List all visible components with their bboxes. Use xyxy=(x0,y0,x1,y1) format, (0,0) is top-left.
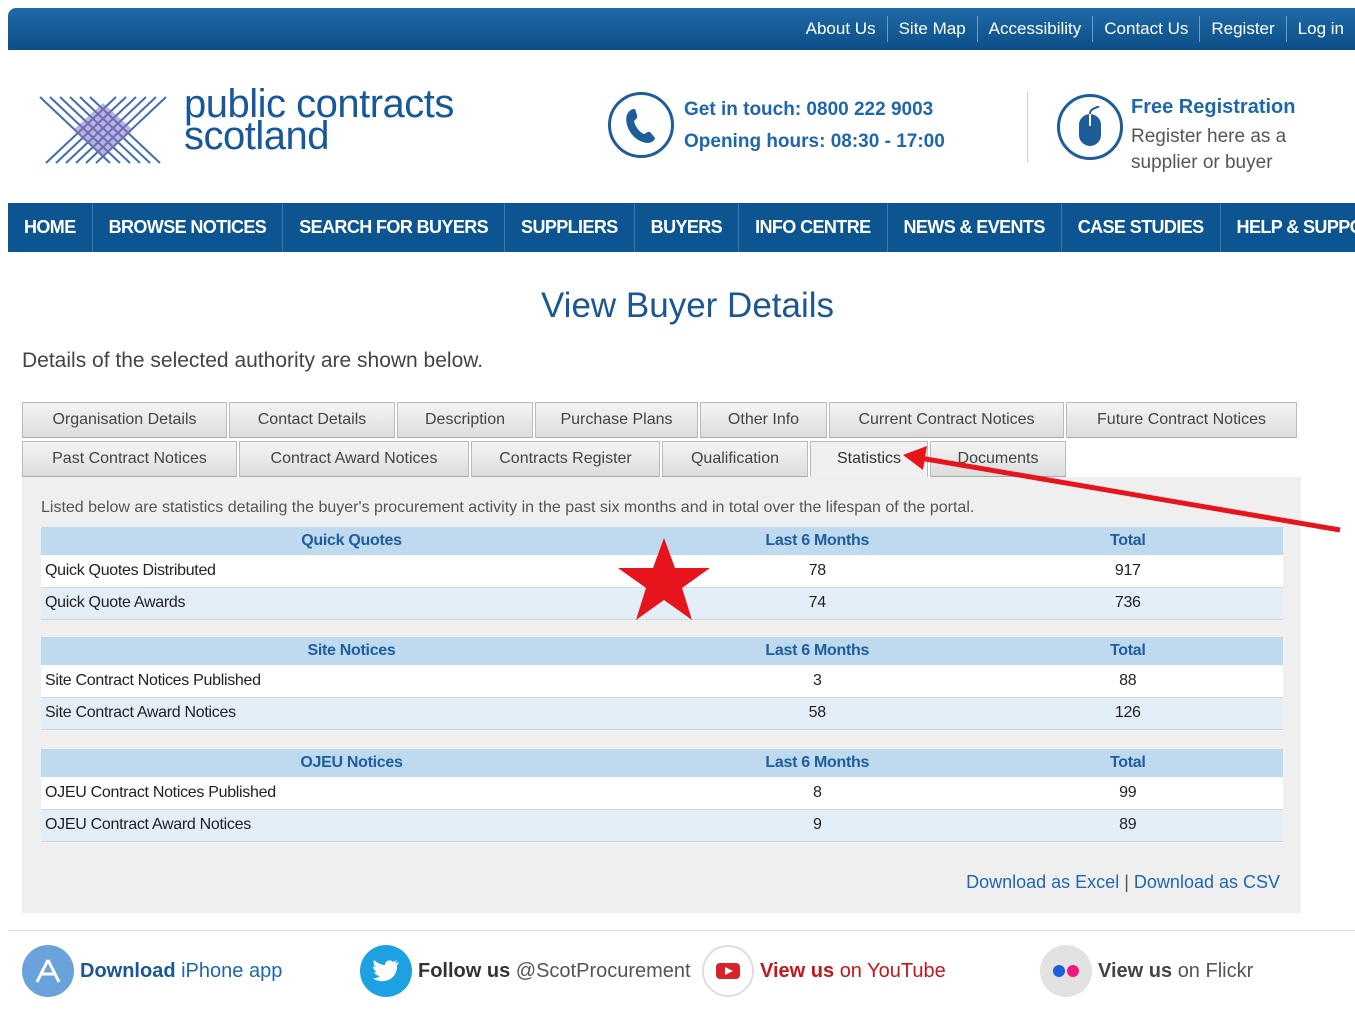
tab-other-info[interactable]: Other Info xyxy=(700,402,827,438)
column-header-last-6-months: Last 6 Months xyxy=(662,749,973,777)
download-links: Download as Excel | Download as CSV xyxy=(966,872,1280,893)
table-heading: Quick Quotes xyxy=(41,527,662,555)
saltire-logo-icon xyxy=(39,96,167,164)
footer-download-strong: Download xyxy=(80,959,176,982)
nav-news-events[interactable]: NEWS & EVENTS xyxy=(888,203,1062,252)
accessibility-link[interactable]: Accessibility xyxy=(976,16,1093,42)
footer-youtube[interactable]: View us on YouTube xyxy=(702,945,946,997)
app-store-icon xyxy=(22,945,74,997)
row-total: 917 xyxy=(972,555,1283,588)
row-total: 736 xyxy=(972,587,1283,620)
row-last-6-months: 8 xyxy=(662,777,973,810)
register-link[interactable]: Register xyxy=(1199,16,1285,42)
flickr-icon xyxy=(1040,945,1092,997)
free-registration-title[interactable]: Free Registration xyxy=(1131,96,1295,119)
row-total: 99 xyxy=(972,777,1283,810)
contact-text: Get in touch: 0800 222 9003 Opening hour… xyxy=(684,94,984,158)
nav-browse-notices[interactable]: BROWSE NOTICES xyxy=(93,203,284,252)
utility-bar: About Us Site Map Accessibility Contact … xyxy=(8,8,1355,50)
row-last-6-months: 58 xyxy=(662,697,973,730)
footer-follow-rest: @ScotProcurement xyxy=(515,959,691,982)
row-last-6-months: 9 xyxy=(662,809,973,842)
footer-flickr-rest: on Flickr xyxy=(1177,959,1254,982)
row-label: Quick Quotes Distributed xyxy=(41,555,662,588)
tab-row-1: Organisation Details Contact Details Des… xyxy=(22,402,1299,438)
tab-past-contract-notices[interactable]: Past Contract Notices xyxy=(22,441,237,477)
tab-contract-award-notices[interactable]: Contract Award Notices xyxy=(239,441,469,477)
red-arrow-annotation-icon xyxy=(903,446,1341,533)
footer-twitter[interactable]: Follow us @ScotProcurement xyxy=(360,945,691,997)
tab-current-contract-notices[interactable]: Current Contract Notices xyxy=(829,402,1064,438)
nav-case-studies[interactable]: CASE STUDIES xyxy=(1062,203,1221,252)
twitter-icon xyxy=(360,945,412,997)
nav-buyers[interactable]: BUYERS xyxy=(635,203,740,252)
page-title: View Buyer Details xyxy=(540,286,835,325)
footer-divider xyxy=(8,930,1355,931)
site-notices-table: Site Notices Last 6 Months Total Site Co… xyxy=(41,637,1283,730)
main-navigation: HOME BROWSE NOTICES SEARCH FOR BUYERS SU… xyxy=(8,203,1355,252)
footer-flickr-strong: View us xyxy=(1098,959,1173,982)
row-label: Site Contract Award Notices xyxy=(41,697,662,730)
tab-organisation-details[interactable]: Organisation Details xyxy=(22,402,227,438)
tab-contracts-register[interactable]: Contracts Register xyxy=(471,441,660,477)
table-row: Site Contract Notices Published 3 88 xyxy=(41,665,1283,698)
site-map-link[interactable]: Site Map xyxy=(886,16,977,42)
footer-flickr[interactable]: View us on Flickr xyxy=(1040,945,1253,997)
phone-icon xyxy=(608,92,674,158)
nav-suppliers[interactable]: SUPPLIERS xyxy=(505,203,635,252)
tab-qualification[interactable]: Qualification xyxy=(662,441,808,477)
download-csv-link[interactable]: Download as CSV xyxy=(1134,872,1280,892)
footer-youtube-strong: View us xyxy=(760,959,835,982)
row-label: OJEU Contract Notices Published xyxy=(41,777,662,810)
log-in-link[interactable]: Log in xyxy=(1285,16,1355,42)
footer-iphone-app[interactable]: Download iPhone app xyxy=(22,945,282,997)
free-registration-subtitle: Register here as a supplier or buyer xyxy=(1131,126,1287,173)
logo-wordmark: public contracts scotland xyxy=(184,84,454,156)
table-heading: Site Notices xyxy=(41,637,662,665)
header-divider xyxy=(1027,92,1028,162)
nav-help-support[interactable]: HELP & SUPPORT xyxy=(1221,203,1355,252)
page-intro: Details of the selected authority are sh… xyxy=(22,349,484,372)
site-logo[interactable]: public contracts scotland xyxy=(38,84,468,168)
row-label: OJEU Contract Award Notices xyxy=(41,809,662,842)
row-label: Quick Quote Awards xyxy=(41,587,662,620)
tab-purchase-plans[interactable]: Purchase Plans xyxy=(535,402,698,438)
contact-phone: Get in touch: 0800 222 9003 xyxy=(684,99,934,120)
page: About Us Site Map Accessibility Contact … xyxy=(0,0,1355,1015)
statistics-intro: Listed below are statistics detailing th… xyxy=(41,499,975,516)
nav-search-for-buyers[interactable]: SEARCH FOR BUYERS xyxy=(283,203,506,252)
red-star-annotation-icon xyxy=(618,538,710,620)
row-total: 88 xyxy=(972,665,1283,698)
ojeu-notices-table: OJEU Notices Last 6 Months Total OJEU Co… xyxy=(41,749,1283,842)
column-header-last-6-months: Last 6 Months xyxy=(662,637,973,665)
mouse-icon xyxy=(1057,94,1123,160)
tab-contact-details[interactable]: Contact Details xyxy=(229,402,395,438)
download-excel-link[interactable]: Download as Excel xyxy=(966,872,1119,892)
footer-follow-strong: Follow us xyxy=(418,959,511,982)
table-row: OJEU Contract Notices Published 8 99 xyxy=(41,777,1283,810)
nav-info-centre[interactable]: INFO CENTRE xyxy=(739,203,888,252)
table-row: OJEU Contract Award Notices 9 89 xyxy=(41,809,1283,842)
download-separator: | xyxy=(1124,872,1129,892)
youtube-icon xyxy=(702,945,754,997)
table-row: Site Contract Award Notices 58 126 xyxy=(41,697,1283,730)
column-header-total: Total xyxy=(972,749,1283,777)
contact-us-link[interactable]: Contact Us xyxy=(1092,16,1199,42)
contact-hours: Opening hours: 08:30 - 17:00 xyxy=(684,131,945,152)
table-heading: OJEU Notices xyxy=(41,749,662,777)
column-header-total: Total xyxy=(972,637,1283,665)
footer-youtube-rest: on YouTube xyxy=(839,959,946,982)
tab-description[interactable]: Description xyxy=(397,402,533,438)
footer-download-rest: iPhone app xyxy=(181,959,283,982)
about-us-link[interactable]: About Us xyxy=(795,16,887,42)
row-last-6-months: 3 xyxy=(662,665,973,698)
nav-home[interactable]: HOME xyxy=(8,203,93,252)
row-label: Site Contract Notices Published xyxy=(41,665,662,698)
tab-future-contract-notices[interactable]: Future Contract Notices xyxy=(1066,402,1297,438)
row-total: 89 xyxy=(972,809,1283,842)
row-total: 126 xyxy=(972,697,1283,730)
utility-links: About Us Site Map Accessibility Contact … xyxy=(795,8,1355,50)
